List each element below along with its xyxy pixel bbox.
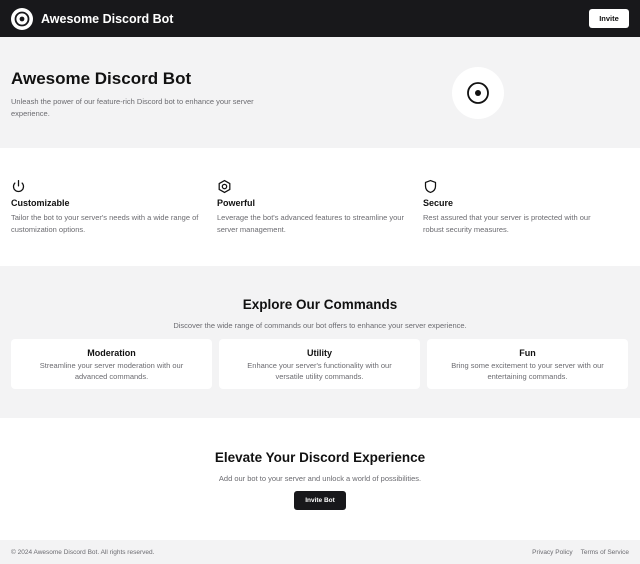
- feature-description: Tailor the bot to your server's needs wi…: [11, 213, 199, 234]
- feature-title: Secure: [423, 198, 454, 208]
- footer: © 2024 Awesome Discord Bot. All rights r…: [0, 540, 640, 564]
- card-description: Enhance your server's functionality with…: [247, 361, 392, 381]
- feature-title: Powerful: [217, 198, 256, 208]
- feature-customizable: Customizable Tailor the bot to your serv…: [11, 148, 217, 266]
- card-description: Streamline your server moderation with o…: [39, 361, 184, 381]
- invite-button[interactable]: Invite: [589, 9, 629, 28]
- feature-powerful: Powerful Leverage the bot's advanced fea…: [217, 148, 423, 266]
- privacy-policy-link[interactable]: Privacy Policy: [532, 549, 572, 556]
- commands-subtitle: Discover the wide range of commands our …: [173, 321, 467, 330]
- feature-description: Leverage the bot's advanced features to …: [217, 213, 404, 234]
- brand[interactable]: Awesome Discord Bot: [11, 7, 174, 30]
- command-card-moderation[interactable]: Moderation Streamline your server modera…: [11, 339, 212, 389]
- hero-subtitle: Unleash the power of our feature-rich Di…: [11, 97, 254, 118]
- brand-name: Awesome Discord Bot: [41, 11, 174, 26]
- commands-section: Explore Our Commands Discover the wide r…: [0, 266, 640, 418]
- commands-title: Explore Our Commands: [242, 297, 398, 312]
- discord-bot-logo-icon: [11, 7, 33, 30]
- card-title: Utility: [306, 348, 332, 358]
- hero-section: Awesome Discord Bot Unleash the power of…: [0, 37, 640, 148]
- card-title: Moderation: [87, 348, 136, 358]
- invite-bot-button[interactable]: Invite Bot: [294, 491, 346, 510]
- hero-illustration: [452, 67, 504, 119]
- shield-icon: [424, 179, 437, 194]
- command-card-fun[interactable]: Fun Bring some excitement to your server…: [427, 339, 628, 389]
- card-description: Bring some excitement to your server wit…: [451, 361, 604, 381]
- cta-title: Elevate Your Discord Experience: [214, 450, 426, 465]
- copyright-text: © 2024 Awesome Discord Bot. All rights r…: [11, 548, 155, 556]
- hexagon-icon: [218, 179, 231, 194]
- feature-title: Customizable: [11, 198, 70, 208]
- cta-subtitle: Add our bot to your server and unlock a …: [218, 474, 422, 483]
- hero-title: Awesome Discord Bot: [11, 69, 192, 88]
- command-cards: Moderation Streamline your server modera…: [11, 339, 628, 389]
- feature-secure: Secure Rest assured that your server is …: [423, 148, 629, 266]
- features-section: Customizable Tailor the bot to your serv…: [0, 148, 640, 266]
- card-title: Fun: [519, 348, 536, 358]
- top-navbar: Awesome Discord Bot Invite: [0, 0, 640, 37]
- target-icon: [467, 82, 489, 104]
- command-card-utility[interactable]: Utility Enhance your server's functional…: [219, 339, 420, 389]
- feature-description: Rest assured that your server is protect…: [423, 213, 591, 234]
- cta-section: Elevate Your Discord Experience Add our …: [0, 418, 640, 540]
- power-icon: [12, 179, 25, 193]
- terms-of-service-link[interactable]: Terms of Service: [581, 549, 629, 556]
- footer-links: Privacy Policy Terms of Service: [532, 549, 629, 556]
